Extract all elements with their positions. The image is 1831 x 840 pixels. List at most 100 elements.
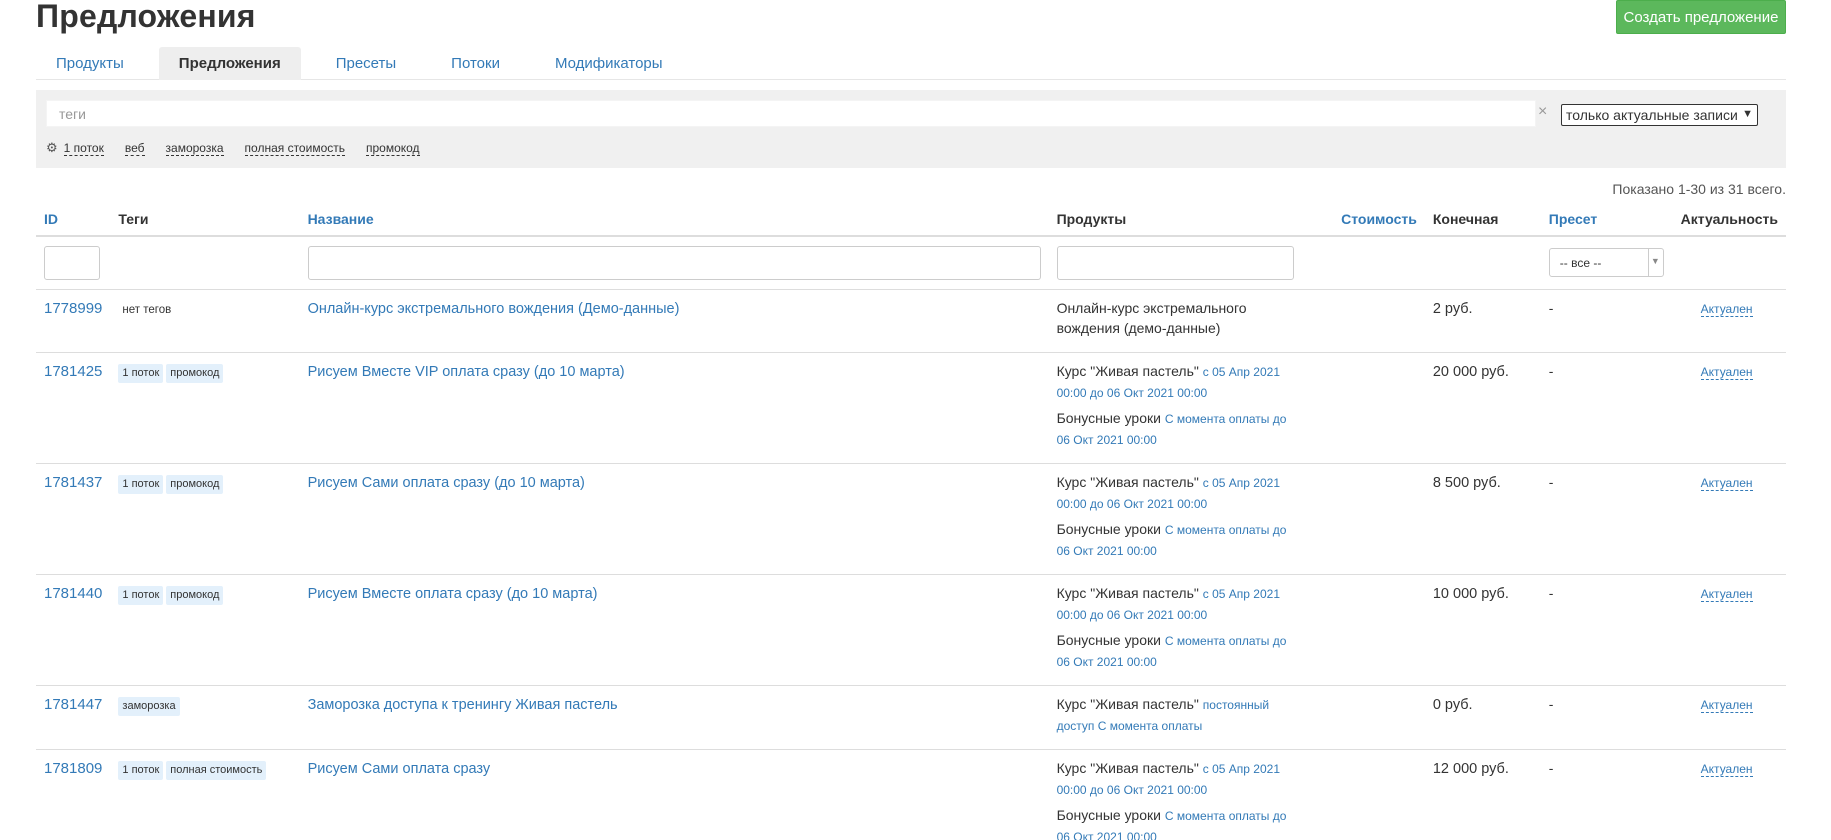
tab-products[interactable]: Продукты	[36, 47, 144, 80]
quick-tag[interactable]: промокод	[365, 141, 420, 156]
filter-panel: теги × только актуальные записи ▼ ⚙ 1 по…	[36, 90, 1786, 168]
preset-filter-value: -- все --	[1559, 255, 1602, 270]
create-offer-button[interactable]: Создать предложение	[1616, 0, 1786, 34]
product-entry: Бонусные уроки С момента оплаты до 06 Ок…	[1057, 408, 1294, 450]
product-entry: Курс "Живая пастель" с 05 Апр 2021 00:00…	[1057, 758, 1294, 800]
tab-presets[interactable]: Пресеты	[316, 47, 416, 80]
table-row: 1781437 1 поток промокод Рисуем Сами оплата…	[36, 463, 1786, 575]
table-row: 1781440 1 поток промокод Рисуем Вместе опла…	[36, 574, 1786, 686]
offer-id-link[interactable]: 1781809	[44, 760, 102, 777]
offer-name-link[interactable]: Онлайн-курс экстремального вождения (Дем…	[308, 301, 680, 317]
preset-value: -	[1548, 759, 1554, 776]
filter-row: -- все -- ▼	[36, 236, 1786, 290]
chevron-down-icon: ▼	[1650, 256, 1660, 267]
actuality-select[interactable]: только актуальные записи ▼	[1561, 104, 1758, 126]
product-entry: Бонусные уроки С момента оплаты до 06 Ок…	[1057, 630, 1294, 672]
tag-badge[interactable]: 1 поток	[118, 585, 164, 605]
final-price: 20 000 руб.	[1432, 363, 1509, 380]
offer-name-link[interactable]: Рисуем Вместе оплата сразу (до 10 марта)	[308, 586, 598, 602]
quick-tag[interactable]: 1 поток	[63, 141, 104, 156]
product-title: Бонусные уроки	[1056, 631, 1161, 648]
col-final: Конечная	[1424, 202, 1541, 237]
table-body: 1778999 нет тегов Онлайн-курс экстремально…	[36, 289, 1786, 840]
tab-streams[interactable]: Потоки	[431, 47, 520, 80]
product-entry: Курс "Живая пастель" с 05 Апр 2021 00:00…	[1057, 583, 1294, 625]
col-cost[interactable]: Стоимость	[1301, 202, 1425, 237]
final-price: 8 500 руб.	[1432, 474, 1501, 491]
offer-name-link[interactable]: Рисуем Сами оплата сразу (до 10 марта)	[308, 475, 585, 491]
product-title: Бонусные уроки	[1056, 520, 1161, 537]
tag-badge[interactable]: промокод	[166, 474, 224, 494]
quick-tag[interactable]: заморозка	[165, 141, 224, 156]
tag-badge[interactable]: полная стоимость	[166, 760, 267, 780]
page-title: Предложения	[36, 0, 256, 34]
product-entry: Бонусные уроки С момента оплаты до 06 Ок…	[1057, 519, 1294, 561]
table-header: ID Теги Название Продукты Стоимость Коне…	[36, 202, 1786, 237]
final-price: 2 руб.	[1432, 300, 1473, 317]
offers-table: ID Теги Название Продукты Стоимость Коне…	[36, 202, 1786, 840]
products-filter-input[interactable]	[1056, 245, 1294, 280]
table-row: 1781425 1 поток промокод Рисуем Вместе VIP …	[36, 352, 1786, 464]
tab-offers[interactable]: Предложения	[158, 47, 301, 80]
actuality-toggle[interactable]: Актуален	[1700, 697, 1753, 713]
quick-tags: ⚙ 1 поток веб заморозка полная стоимость…	[46, 140, 441, 156]
select-divider	[1647, 249, 1649, 277]
final-price: 12 000 руб.	[1432, 760, 1509, 777]
offer-id-link[interactable]: 1781425	[44, 363, 102, 380]
col-id[interactable]: ID	[36, 202, 111, 237]
product-entry: Курс "Живая пастель" с 05 Апр 2021 00:00…	[1057, 361, 1294, 403]
product-entry: Курс "Живая пастель" постоянный доступ С…	[1057, 694, 1294, 736]
product-title: Бонусные уроки	[1056, 409, 1161, 426]
preset-value: -	[1548, 299, 1554, 316]
tags-filter-input[interactable]: теги	[46, 100, 1536, 127]
tag-badge[interactable]: промокод	[166, 363, 224, 383]
actuality-toggle[interactable]: Актуален	[1700, 301, 1753, 317]
product-title: Курс "Живая пастель"	[1056, 695, 1199, 712]
actuality-toggle[interactable]: Актуален	[1700, 761, 1753, 777]
no-tags-label: нет тегов	[122, 303, 172, 316]
results-summary: Показано 1-30 из 31 всего.	[1612, 181, 1786, 197]
col-actuality: Актуальность	[1672, 202, 1786, 237]
col-preset[interactable]: Пресет	[1540, 202, 1673, 237]
chevron-down-icon: ▼	[1742, 108, 1753, 120]
col-tags: Теги	[110, 202, 300, 237]
actuality-select-value: только актуальные записи	[1566, 107, 1738, 123]
final-price: 0 руб.	[1432, 696, 1473, 713]
final-price: 10 000 руб.	[1432, 585, 1509, 602]
tag-badge[interactable]: заморозка	[118, 696, 180, 716]
name-filter-input[interactable]	[307, 245, 1041, 280]
tag-badge[interactable]: 1 поток	[118, 760, 164, 780]
col-name[interactable]: Название	[299, 202, 1049, 237]
tag-badge[interactable]: 1 поток	[118, 363, 164, 383]
preset-value: -	[1548, 473, 1554, 490]
preset-value: -	[1548, 695, 1554, 712]
actuality-toggle[interactable]: Актуален	[1700, 586, 1753, 602]
product-title: Курс "Живая пастель"	[1056, 362, 1199, 379]
quick-tag[interactable]: полная стоимость	[244, 141, 345, 156]
offer-name-link[interactable]: Рисуем Сами оплата сразу	[308, 761, 491, 777]
offer-name-link[interactable]: Заморозка доступа к тренингу Живая пасте…	[308, 697, 618, 713]
quick-tag[interactable]: веб	[124, 141, 145, 156]
tag-badge[interactable]: 1 поток	[118, 474, 164, 494]
product-title: Курс "Живая пастель"	[1056, 759, 1199, 776]
offer-id-link[interactable]: 1778999	[44, 300, 102, 317]
product-title: Курс "Живая пастель"	[1056, 584, 1199, 601]
offer-id-link[interactable]: 1781440	[44, 585, 102, 602]
offer-name-link[interactable]: Рисуем Вместе VIP оплата сразу (до 10 ма…	[308, 364, 625, 380]
id-filter-input[interactable]	[44, 245, 100, 280]
clear-icon[interactable]: ×	[1538, 103, 1547, 121]
product-title: Онлайн-курс экстремального вождения (дем…	[1056, 299, 1247, 336]
tag-badge[interactable]: промокод	[166, 585, 224, 605]
offer-id-link[interactable]: 1781447	[44, 696, 102, 713]
offer-id-link[interactable]: 1781437	[44, 474, 102, 491]
tab-modifiers[interactable]: Модификаторы	[535, 47, 683, 80]
product-title: Бонусные уроки	[1056, 806, 1161, 823]
actuality-toggle[interactable]: Актуален	[1700, 475, 1753, 491]
table-row: 1781809 1 поток полная стоимость Рисуем Сам…	[36, 749, 1786, 840]
actuality-toggle[interactable]: Актуален	[1700, 364, 1753, 380]
preset-value: -	[1548, 584, 1554, 601]
product-entry: Бонусные уроки С момента оплаты до 06 Ок…	[1057, 805, 1294, 840]
product-entry: Онлайн-курс экстремального вождения (дем…	[1057, 298, 1294, 339]
preset-filter-select[interactable]: -- все -- ▼	[1548, 248, 1664, 278]
gear-icon[interactable]: ⚙	[46, 140, 58, 156]
